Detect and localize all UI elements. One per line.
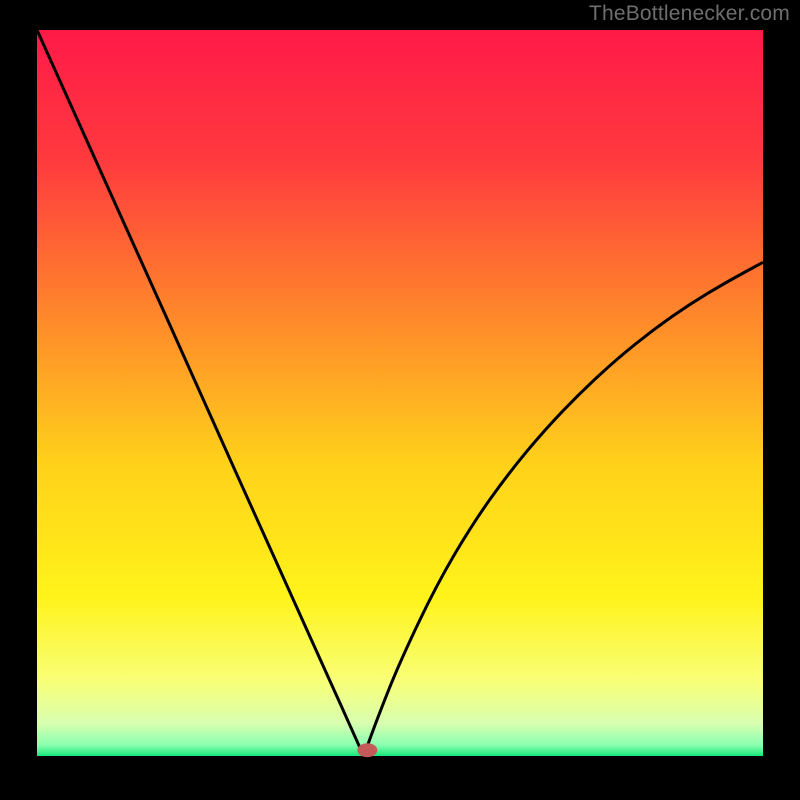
optimal-point-marker — [357, 743, 377, 757]
bottleneck-chart — [0, 0, 800, 800]
plot-area — [37, 30, 763, 756]
watermark-label: TheBottlenecker.com — [589, 2, 790, 26]
chart-container: TheBottlenecker.com — [0, 0, 800, 800]
